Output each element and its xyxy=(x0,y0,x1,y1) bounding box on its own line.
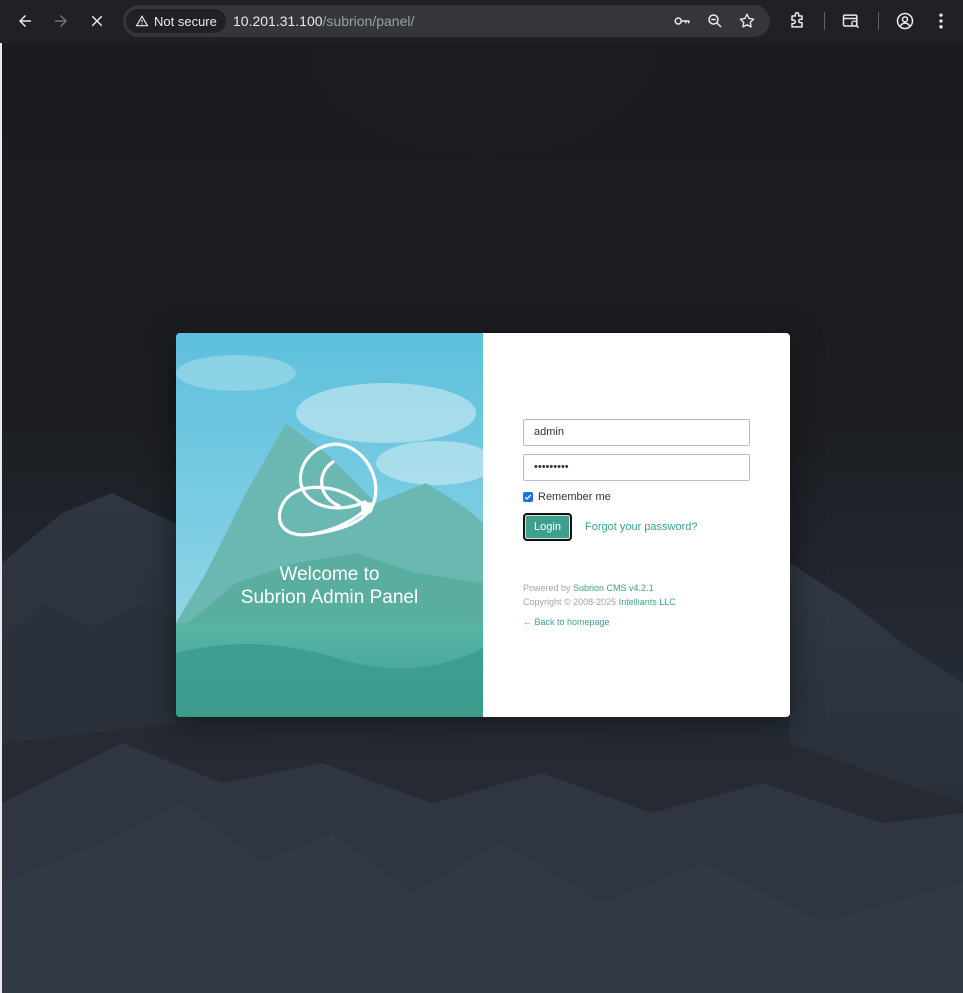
address-bar[interactable]: Not secure 10.201.31.100/subrion/panel/ xyxy=(123,5,770,37)
copyright-prefix: Copyright © 2008-2025 xyxy=(523,597,619,607)
browser-toolbar: Not secure 10.201.31.100/subrion/panel/ xyxy=(0,0,963,43)
password-field[interactable]: ••••••••• xyxy=(523,454,750,481)
intelliants-link[interactable]: Intelliants LLC xyxy=(619,597,676,607)
toolbar-separator xyxy=(878,12,879,30)
stop-loading-icon[interactable] xyxy=(85,9,109,33)
warning-triangle-icon xyxy=(135,15,149,27)
welcome-line-1: Welcome to xyxy=(279,564,380,585)
back-to-homepage-link[interactable]: ← Back to homepage xyxy=(523,617,610,627)
toolbar-separator xyxy=(824,12,825,30)
bookmark-star-icon[interactable] xyxy=(738,12,756,30)
extensions-puzzle-icon[interactable] xyxy=(787,11,807,31)
welcome-line-2: Subrion Admin Panel xyxy=(240,587,419,608)
browser-menu-icon[interactable] xyxy=(931,11,951,31)
profile-avatar-icon[interactable] xyxy=(895,11,915,31)
username-field[interactable]: admin xyxy=(523,419,750,446)
zoom-icon[interactable] xyxy=(706,12,724,30)
forward-arrow-icon[interactable] xyxy=(49,9,73,33)
welcome-panel: Welcome to Subrion Admin Panel xyxy=(176,333,483,717)
checkmark-icon xyxy=(524,494,532,500)
login-button[interactable]: Login xyxy=(523,513,572,541)
remember-me-checkbox[interactable] xyxy=(523,492,533,502)
login-card: Welcome to Subrion Admin Panel admin •••… xyxy=(176,333,790,717)
url-text[interactable]: 10.201.31.100/subrion/panel/ xyxy=(233,13,414,29)
url-path: /subrion/panel/ xyxy=(322,13,415,29)
powered-by-prefix: Powered by xyxy=(523,583,574,593)
back-arrow-icon[interactable] xyxy=(13,9,37,33)
url-host: 10.201.31.100 xyxy=(233,13,323,29)
welcome-heading: Welcome to Subrion Admin Panel xyxy=(176,563,483,609)
copyright-text: Copyright © 2008-2025 Intelliants LLC xyxy=(523,597,676,607)
remember-me-row[interactable]: Remember me xyxy=(523,491,611,503)
subrion-cms-link[interactable]: Subrion CMS v4.2.1 xyxy=(573,583,654,593)
forgot-password-link[interactable]: Forgot your password? xyxy=(585,521,698,533)
remember-me-label: Remember me xyxy=(538,491,611,503)
subrion-logo-icon xyxy=(277,442,378,537)
security-chip[interactable]: Not secure xyxy=(126,9,226,33)
key-icon[interactable] xyxy=(673,12,691,30)
security-label: Not secure xyxy=(154,13,217,29)
login-form: admin ••••••••• Remember me Login Forgot… xyxy=(483,333,790,717)
powered-by-text: Powered by Subrion CMS v4.2.1 xyxy=(523,583,654,593)
tab-search-icon[interactable] xyxy=(841,11,861,31)
